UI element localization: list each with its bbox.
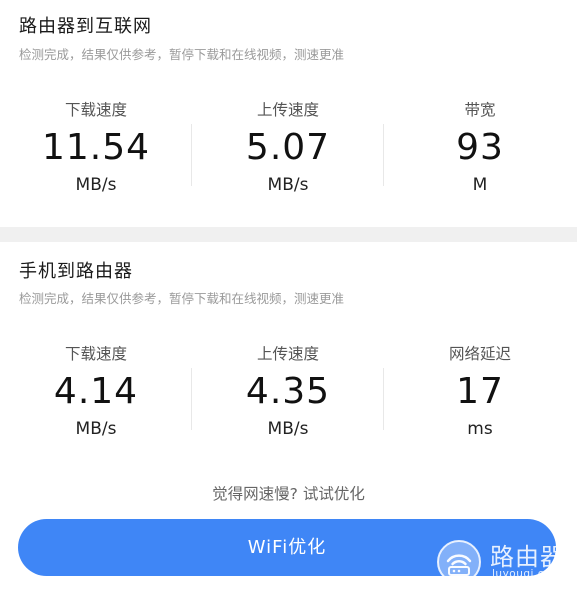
optimize-hint: 觉得网速慢? 试试优化 xyxy=(212,485,365,503)
section-title: 手机到路由器 xyxy=(19,261,133,282)
section-subtitle: 检测完成，结果仅供参考，暂停下载和在线视频，测速更准 xyxy=(19,47,345,62)
metrics-row: 下载速度 4.14 MB/s 上传速度 4.35 MB/s 网络延迟 17 ms xyxy=(0,344,577,454)
metric-value: 93 xyxy=(456,127,504,168)
metric-unit: MB/s xyxy=(75,419,117,439)
metric-value: 5.07 xyxy=(245,127,331,168)
metric-unit: MB/s xyxy=(267,175,309,195)
metric-unit: M xyxy=(472,175,488,195)
metric-value: 11.54 xyxy=(41,127,151,168)
metrics-row: 下载速度 11.54 MB/s 上传速度 5.07 MB/s 带宽 93 M xyxy=(0,100,577,210)
watermark-url: luyouqi.com xyxy=(492,568,562,580)
bandwidth-metric: 带宽 93 M xyxy=(384,100,576,210)
upload-speed-metric: 上传速度 4.35 MB/s xyxy=(192,344,384,454)
router-to-internet-card: 路由器到互联网 检测完成，结果仅供参考，暂停下载和在线视频，测速更准 下载速度 … xyxy=(0,0,577,227)
download-speed-metric: 下载速度 4.14 MB/s xyxy=(0,344,192,454)
metric-value: 17 xyxy=(456,371,504,412)
metric-label: 上传速度 xyxy=(256,101,319,119)
metric-label: 带宽 xyxy=(464,101,496,119)
metric-label: 网络延迟 xyxy=(448,345,511,363)
section-subtitle: 检测完成，结果仅供参考，暂停下载和在线视频，测速更准 xyxy=(19,291,345,306)
router-logo-icon xyxy=(437,540,481,584)
section-title: 路由器到互联网 xyxy=(19,16,152,37)
metric-value: 4.35 xyxy=(245,371,331,412)
metric-unit: MB/s xyxy=(75,175,117,195)
metric-unit: MB/s xyxy=(267,419,309,439)
watermark-title: 路由器 xyxy=(490,543,565,571)
latency-metric: 网络延迟 17 ms xyxy=(384,344,576,454)
download-speed-metric: 下载速度 11.54 MB/s xyxy=(0,100,192,210)
metric-value: 4.14 xyxy=(53,371,139,412)
metric-label: 下载速度 xyxy=(64,345,127,363)
metric-label: 下载速度 xyxy=(64,101,127,119)
metric-unit: ms xyxy=(467,419,493,439)
metric-label: 上传速度 xyxy=(256,345,319,363)
upload-speed-metric: 上传速度 5.07 MB/s xyxy=(192,100,384,210)
watermark: 路由器 luyouqi.com xyxy=(436,535,576,587)
